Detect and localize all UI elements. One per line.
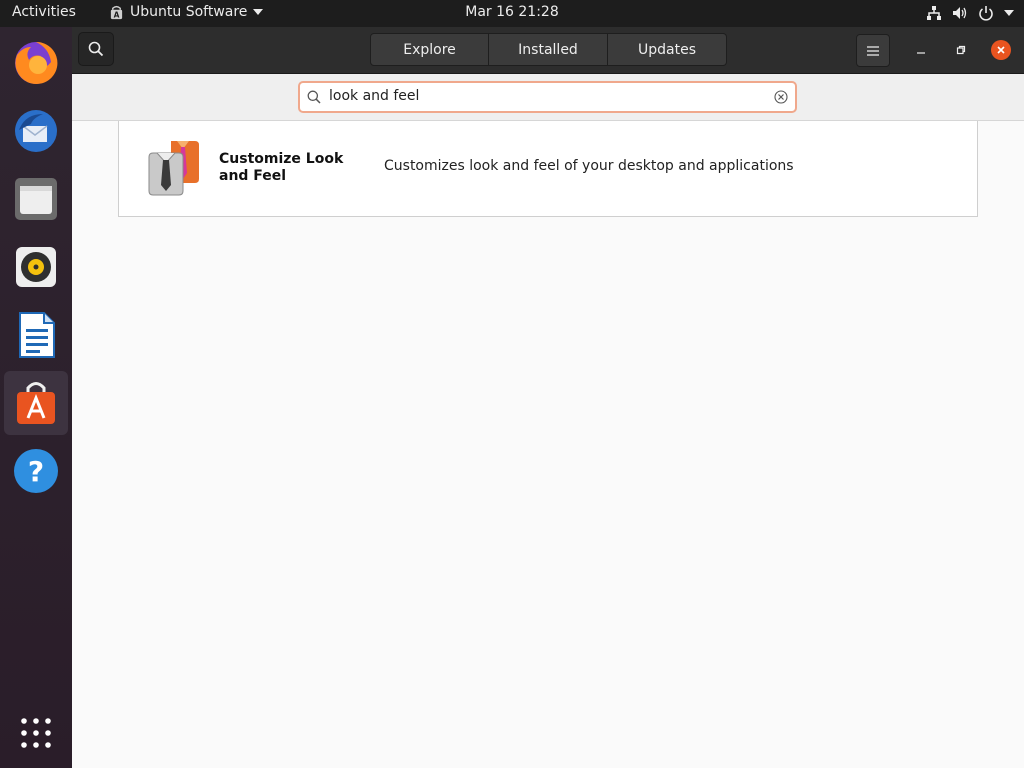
show-applications-button[interactable]: [4, 701, 68, 765]
minimize-icon: [917, 52, 925, 54]
top-bar: Activities A Ubuntu Software Mar 16 21:2…: [0, 0, 1024, 27]
dock-item-thunderbird[interactable]: [4, 99, 68, 163]
dock-item-libreoffice-writer[interactable]: [4, 303, 68, 367]
rhythmbox-icon: [16, 247, 56, 287]
search-input[interactable]: look and feel: [298, 81, 797, 113]
power-icon: [979, 6, 993, 21]
activities-button[interactable]: Activities: [12, 4, 76, 20]
search-icon: [88, 41, 104, 57]
list-item[interactable]: Customize Look and Feel Customizes look …: [119, 121, 977, 216]
search-toggle-button[interactable]: [78, 32, 114, 66]
chevron-down-icon: [1004, 10, 1014, 16]
chevron-down-icon: [253, 9, 264, 15]
tab-explore[interactable]: Explore: [370, 33, 489, 66]
dock-item-files[interactable]: [4, 167, 68, 231]
ubuntu-software-icon: [17, 382, 55, 424]
thunderbird-icon: [15, 110, 57, 152]
clear-search-icon[interactable]: [774, 90, 788, 104]
menu-button[interactable]: [856, 34, 890, 67]
view-switcher: Explore Installed Updates: [370, 33, 727, 66]
search-bar: look and feel: [72, 74, 1024, 121]
app-tweaks-icon: [148, 141, 199, 196]
close-icon: [997, 46, 1005, 54]
search-results-list: Customize Look and Feel Customizes look …: [118, 121, 978, 217]
help-icon: ?: [14, 449, 58, 493]
volume-icon: [953, 7, 967, 19]
search-query: look and feel: [329, 88, 420, 104]
system-tray[interactable]: [926, 5, 1014, 21]
ubuntu-software-window: Explore Installed Updates look and feel …: [72, 27, 1024, 768]
firefox-icon: [15, 41, 58, 84]
libreoffice-writer-icon: [19, 312, 55, 358]
svg-text:A: A: [114, 10, 120, 19]
svg-text:?: ?: [28, 455, 44, 488]
search-icon: [307, 90, 321, 104]
dock-item-ubuntu-software[interactable]: [4, 371, 68, 435]
restore-icon: [956, 45, 966, 55]
network-icon: [927, 6, 941, 20]
files-icon: [15, 178, 57, 220]
close-button[interactable]: [991, 40, 1011, 60]
hamburger-icon: [867, 45, 879, 56]
grid-icon: [21, 718, 51, 748]
dock-item-help[interactable]: ?: [4, 439, 68, 503]
dock-item-firefox[interactable]: [4, 31, 68, 95]
header-bar: Explore Installed Updates: [72, 27, 1024, 74]
tab-updates[interactable]: Updates: [608, 33, 727, 66]
dock-item-rhythmbox[interactable]: [4, 235, 68, 299]
dock: ?: [0, 27, 72, 768]
app-menu[interactable]: A Ubuntu Software: [109, 4, 264, 20]
ubuntu-software-icon: A: [110, 5, 123, 19]
maximize-button[interactable]: [951, 40, 971, 60]
clock[interactable]: Mar 16 21:28: [465, 4, 558, 20]
app-name: Customize Look and Feel: [219, 151, 344, 184]
app-summary: Customizes look and feel of your desktop…: [384, 158, 794, 174]
app-menu-label: Ubuntu Software: [130, 4, 248, 20]
minimize-button[interactable]: [911, 40, 931, 60]
tab-installed[interactable]: Installed: [489, 33, 608, 66]
